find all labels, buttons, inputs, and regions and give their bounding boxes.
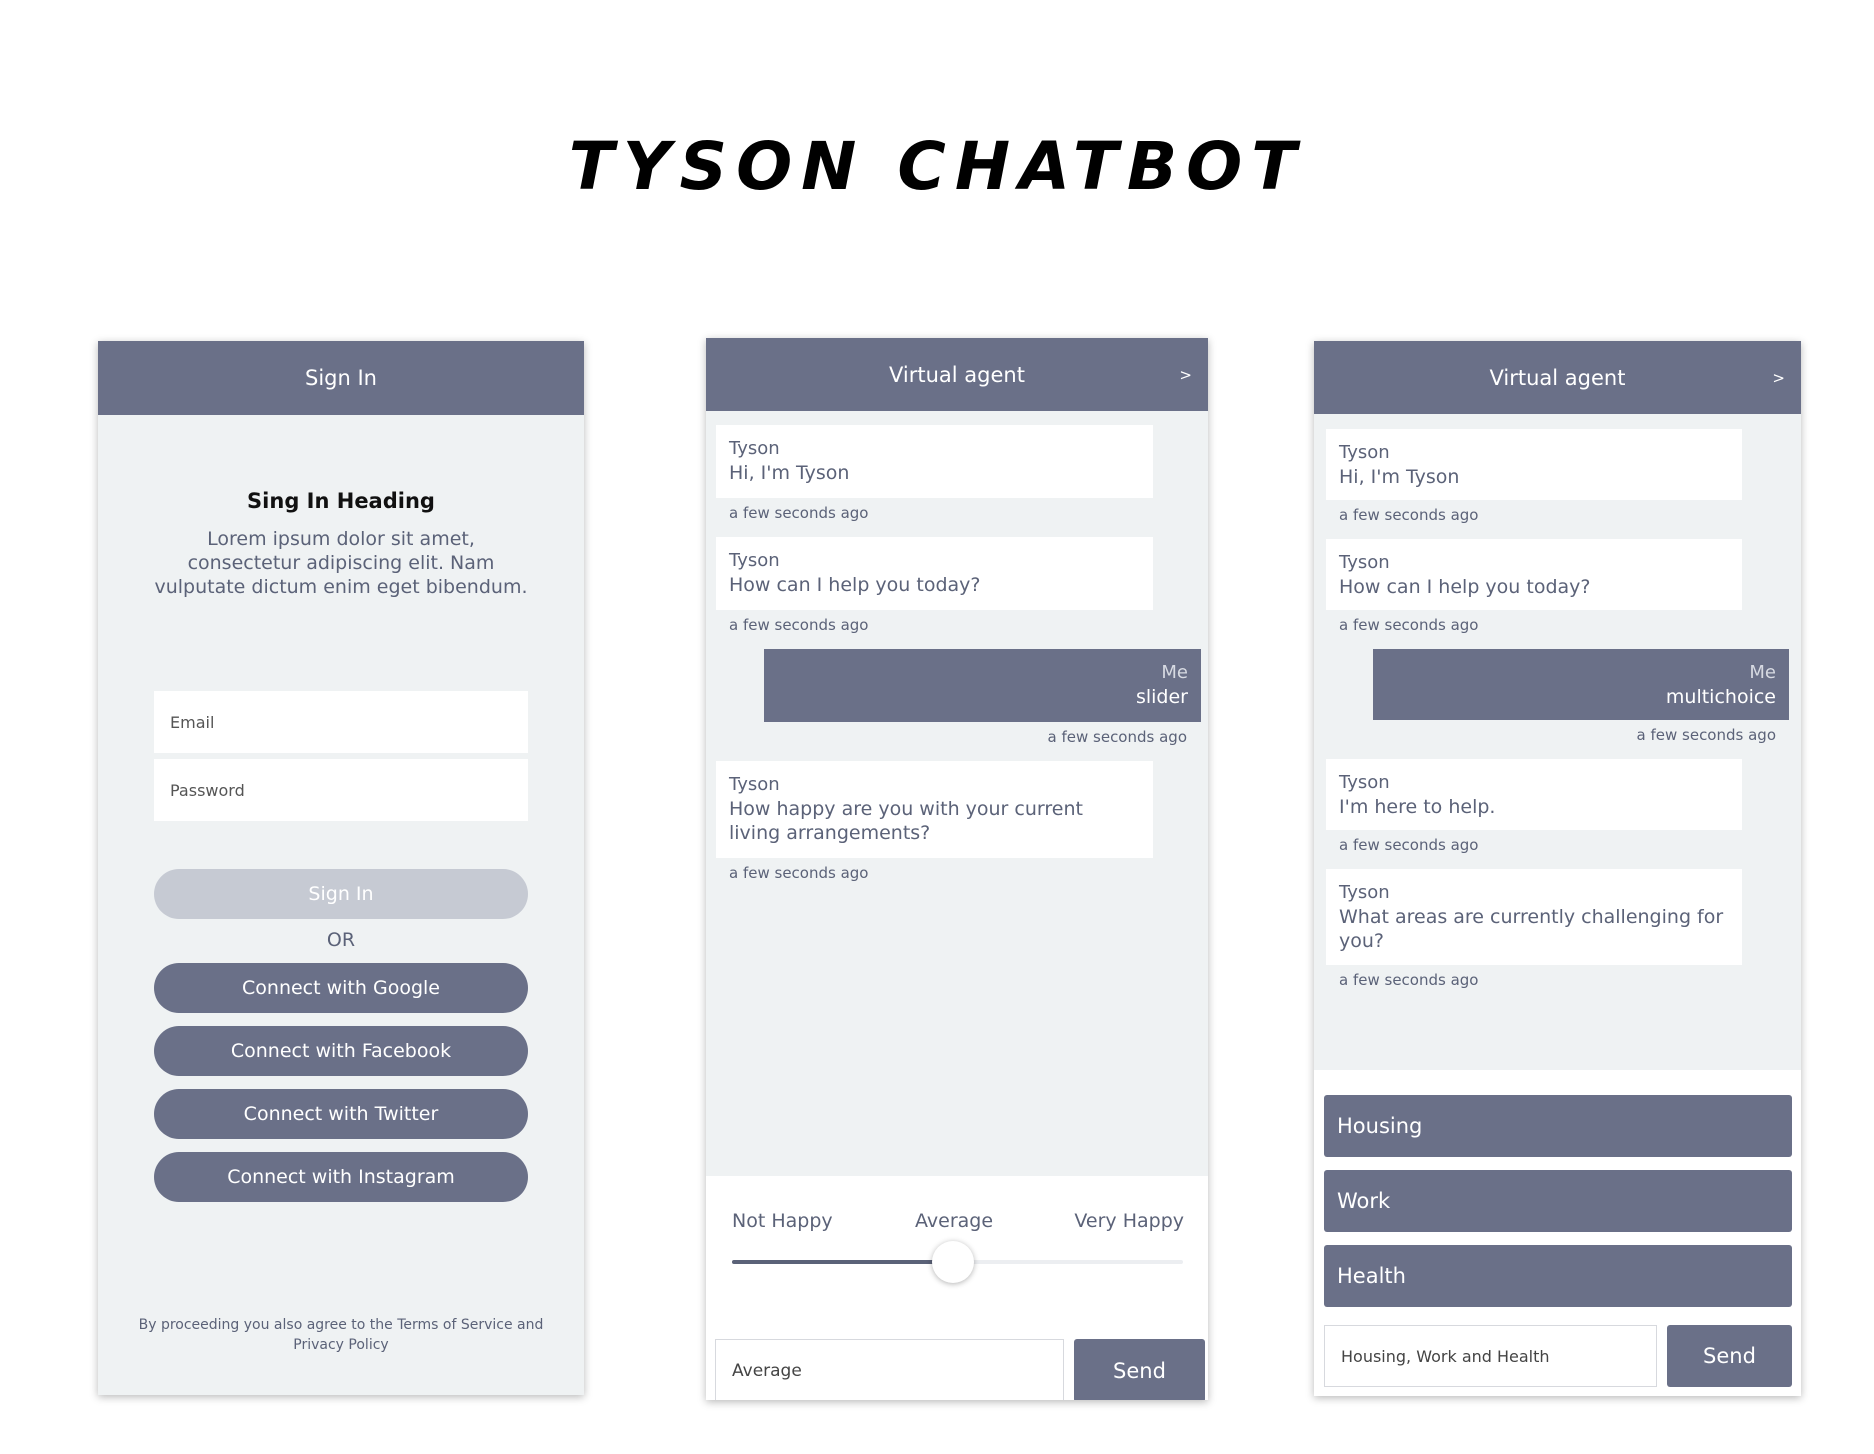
message-text: Hi, I'm Tyson	[729, 462, 850, 484]
choice-housing-button[interactable]: Housing	[1324, 1095, 1792, 1157]
password-field[interactable]	[154, 759, 528, 821]
user-message: Me slider	[764, 649, 1201, 722]
bot-message: Tyson How can I help you today?	[1326, 539, 1742, 610]
chat-input[interactable]	[1324, 1325, 1657, 1387]
signin-panel: Sign In Sing In Heading Lorem ipsum dolo…	[98, 341, 584, 1395]
message-time: a few seconds ago	[1047, 728, 1187, 746]
slider-thumb[interactable]	[931, 1241, 974, 1283]
chat-header: Virtual agent >	[1314, 341, 1801, 414]
message-sender: Tyson	[729, 774, 780, 795]
bot-message: Tyson I'm here to help.	[1326, 759, 1742, 830]
bot-message: Tyson Hi, I'm Tyson	[716, 425, 1153, 498]
chat-header-title: Virtual agent	[889, 362, 1025, 387]
connect-google-button[interactable]: Connect with Google	[154, 963, 528, 1013]
signin-description: Lorem ipsum dolor sit amet, consectetur …	[154, 528, 528, 598]
message-time: a few seconds ago	[729, 616, 869, 634]
message-text: multichoice	[1665, 686, 1776, 708]
message-sender: Tyson	[1339, 442, 1390, 463]
message-time: a few seconds ago	[1339, 836, 1479, 854]
message-time: a few seconds ago	[1339, 971, 1479, 989]
signin-header: Sign In	[98, 341, 584, 415]
send-button[interactable]: Send	[1074, 1339, 1205, 1400]
chat-input[interactable]	[715, 1339, 1064, 1400]
message-sender: Tyson	[1339, 772, 1390, 793]
slider-label-very-happy: Very Happy	[1074, 1210, 1184, 1232]
chevron-right-icon[interactable]: >	[1179, 366, 1192, 384]
chevron-right-icon[interactable]: >	[1772, 369, 1785, 387]
bot-message: Tyson How can I help you today?	[716, 537, 1153, 610]
bot-message: Tyson What areas are currently challengi…	[1326, 869, 1742, 965]
email-field[interactable]	[154, 691, 528, 753]
message-sender: Tyson	[1339, 882, 1390, 903]
message-text: I'm here to help.	[1339, 796, 1496, 818]
bot-message: Tyson How happy are you with your curren…	[716, 761, 1153, 858]
or-divider: OR	[326, 929, 356, 951]
bot-message: Tyson Hi, I'm Tyson	[1326, 429, 1742, 500]
message-time: a few seconds ago	[1636, 726, 1776, 744]
send-button[interactable]: Send	[1667, 1325, 1792, 1387]
message-text: What areas are currently challenging for…	[1339, 906, 1724, 952]
message-sender: Me	[1161, 662, 1188, 683]
connect-instagram-button[interactable]: Connect with Instagram	[154, 1152, 528, 1202]
signin-heading: Sing In Heading	[247, 489, 435, 513]
slider-label-not-happy: Not Happy	[732, 1210, 833, 1232]
chat-panel-slider: Virtual agent > Tyson Hi, I'm Tyson a fe…	[706, 338, 1208, 1400]
message-sender: Tyson	[1339, 552, 1390, 573]
message-time: a few seconds ago	[1339, 616, 1479, 634]
slider-label-average: Average	[915, 1210, 994, 1232]
message-text: How can I help you today?	[729, 574, 981, 596]
choice-health-button[interactable]: Health	[1324, 1245, 1792, 1307]
legal-text: By proceeding you also agree to the Term…	[138, 1317, 544, 1353]
chat-header-title: Virtual agent	[1489, 365, 1626, 390]
message-sender: Me	[1749, 662, 1776, 683]
message-time: a few seconds ago	[729, 504, 869, 522]
message-text: Hi, I'm Tyson	[1339, 466, 1460, 488]
message-text: How can I help you today?	[1339, 576, 1591, 598]
choice-work-button[interactable]: Work	[1324, 1170, 1792, 1232]
chat-header: Virtual agent >	[706, 338, 1208, 411]
connect-twitter-button[interactable]: Connect with Twitter	[154, 1089, 528, 1139]
message-time: a few seconds ago	[729, 864, 869, 882]
page-title: TYSON CHATBOT	[568, 128, 1306, 205]
message-time: a few seconds ago	[1339, 506, 1479, 524]
slider-fill	[732, 1260, 953, 1264]
connect-facebook-button[interactable]: Connect with Facebook	[154, 1026, 528, 1076]
message-text: How happy are you with your current livi…	[729, 798, 1083, 844]
user-message: Me multichoice	[1373, 649, 1789, 720]
message-text: slider	[1135, 686, 1188, 708]
message-sender: Tyson	[729, 438, 780, 459]
message-sender: Tyson	[729, 550, 780, 571]
chat-panel-multichoice: Virtual agent > Tyson Hi, I'm Tyson a fe…	[1314, 341, 1801, 1396]
signin-button[interactable]: Sign In	[154, 869, 528, 919]
